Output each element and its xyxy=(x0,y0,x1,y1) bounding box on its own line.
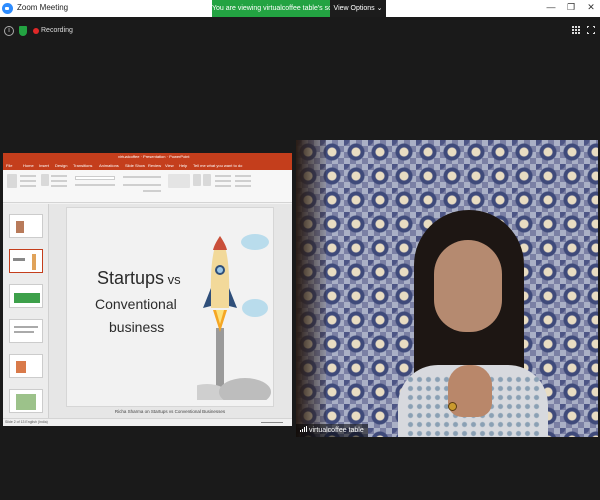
shape-fill[interactable] xyxy=(215,175,231,177)
current-slide[interactable]: Startups vs Conventional business Richa … xyxy=(66,207,274,414)
cloud-shape xyxy=(242,299,268,317)
slide-thumbnail[interactable] xyxy=(9,284,43,308)
find-row[interactable] xyxy=(235,175,251,177)
ppt-tab[interactable]: Help xyxy=(179,163,187,168)
security-shield-icon[interactable] xyxy=(19,26,27,36)
slide-thumbnail-selected[interactable] xyxy=(9,249,43,273)
minimize-icon[interactable]: — xyxy=(544,2,558,12)
gallery-view-icon[interactable] xyxy=(572,26,580,34)
thumb-photo xyxy=(16,221,24,233)
window-title: Zoom Meeting xyxy=(17,3,69,12)
ribbon-section[interactable] xyxy=(51,185,67,187)
ribbon-cut[interactable] xyxy=(20,175,36,177)
ribbon-format-painter[interactable] xyxy=(20,185,36,187)
quick-styles-icon[interactable] xyxy=(203,174,211,186)
font-style-row[interactable] xyxy=(75,184,115,186)
ribbon-reset[interactable] xyxy=(51,180,67,182)
shapes-gallery[interactable] xyxy=(168,174,190,188)
shared-screen[interactable]: virtualcoffee · Presentation · PowerPoin… xyxy=(3,153,292,426)
ribbon-layout[interactable] xyxy=(51,175,67,177)
rocket-nose xyxy=(213,236,227,250)
rocket-fin-left xyxy=(203,288,211,308)
recording-dot-icon xyxy=(33,28,39,34)
smartart-row[interactable] xyxy=(143,190,161,192)
slide-thumbnails[interactable] xyxy=(3,204,49,418)
arrange-icon[interactable] xyxy=(193,174,201,186)
slide-caption: Richa Sharma on Startups vs Conventional… xyxy=(114,409,226,414)
ppt-tab[interactable]: View xyxy=(165,163,174,168)
ppt-title-bar: virtualcoffee · Presentation · PowerPoin… xyxy=(3,153,292,162)
close-icon[interactable]: ✕ xyxy=(584,2,598,13)
shape-effects[interactable] xyxy=(215,185,231,187)
connection-signal-icon xyxy=(300,426,307,432)
thumb-graphic xyxy=(14,293,40,303)
slide-title-line2: Conventional xyxy=(95,296,177,312)
paragraph-row[interactable] xyxy=(123,176,161,178)
meeting-top-bar: i Recording xyxy=(0,24,600,44)
rocket-fin-right xyxy=(229,288,237,308)
slide-title-line1: Startups vs xyxy=(97,268,181,289)
view-options-button[interactable]: View Options ⌄ xyxy=(330,0,386,17)
ppt-doc-title: virtualcoffee · Presentation · PowerPoin… xyxy=(118,154,190,159)
slide-title-line3: business xyxy=(109,319,165,335)
shape-outline[interactable] xyxy=(215,180,231,182)
rocket-window-glass xyxy=(217,267,223,273)
thumb-graphic xyxy=(16,394,36,410)
ppt-tab[interactable]: Insert xyxy=(39,163,49,168)
paste-icon[interactable] xyxy=(7,174,17,188)
maximize-icon[interactable]: ❐ xyxy=(564,2,578,13)
zoom-window: Zoom Meeting You are viewing virtualcoff… xyxy=(0,0,600,500)
thumb-text xyxy=(14,326,38,328)
recording-label[interactable]: Recording xyxy=(41,27,73,34)
new-slide-icon[interactable] xyxy=(41,174,49,186)
slide-title-startups: Startups xyxy=(97,268,165,288)
slide-thumbnail[interactable] xyxy=(9,354,43,378)
ppt-tab[interactable]: Animations xyxy=(99,163,119,168)
thumb-text xyxy=(13,258,25,261)
share-banner: You are viewing virtualcoffee table's sc… xyxy=(212,0,346,17)
title-bar: Zoom Meeting You are viewing virtualcoff… xyxy=(0,0,600,17)
ppt-ribbon xyxy=(3,170,292,203)
smoke-cloud xyxy=(219,378,271,400)
zoom-app-icon xyxy=(2,3,13,14)
thumb-rocket xyxy=(32,254,36,270)
participant-video[interactable]: virtualcoffee table xyxy=(296,140,598,437)
replace-row[interactable] xyxy=(235,180,251,182)
participant-face xyxy=(434,240,502,332)
participant-name-tag: virtualcoffee table xyxy=(296,424,368,437)
slide-title-vs: vs xyxy=(164,272,181,287)
slide-thumbnail[interactable] xyxy=(9,389,43,413)
rocket-illustration xyxy=(197,234,271,400)
ppt-workspace: Startups vs Conventional business Richa … xyxy=(3,204,292,418)
ppt-tab[interactable]: Transitions xyxy=(73,163,92,168)
thumb-graphic xyxy=(16,361,26,373)
ppt-tab[interactable]: Tell me what you want to do xyxy=(193,163,242,168)
video-shadow xyxy=(296,140,326,437)
ppt-status-text: Slide 2 of 13 English (India) xyxy=(5,420,48,424)
participant-name: virtualcoffee table xyxy=(309,427,364,434)
ppt-tab[interactable]: Design xyxy=(55,163,67,168)
slide-thumbnail[interactable] xyxy=(9,319,43,343)
ppt-tab[interactable]: Home xyxy=(23,163,34,168)
fullscreen-icon[interactable] xyxy=(586,25,596,35)
ppt-tab[interactable]: Review xyxy=(148,163,161,168)
ppt-status-bar: Slide 2 of 13 English (India) xyxy=(3,418,292,426)
thumb-text xyxy=(14,331,34,333)
font-name-box[interactable] xyxy=(75,176,115,180)
ppt-ribbon-tabs: File Home Insert Design Transitions Anim… xyxy=(3,162,292,170)
cloud-shape xyxy=(241,234,269,250)
participant-ring xyxy=(448,402,457,411)
ppt-tab[interactable]: File xyxy=(6,163,12,168)
alignment-row[interactable] xyxy=(123,184,161,186)
zoom-slider[interactable] xyxy=(261,422,283,423)
slide-thumbnail[interactable] xyxy=(9,214,43,238)
meeting-info-icon[interactable]: i xyxy=(4,26,14,36)
ribbon-copy[interactable] xyxy=(20,180,36,182)
ppt-tab[interactable]: Slide Show xyxy=(125,163,145,168)
select-row[interactable] xyxy=(235,185,251,187)
